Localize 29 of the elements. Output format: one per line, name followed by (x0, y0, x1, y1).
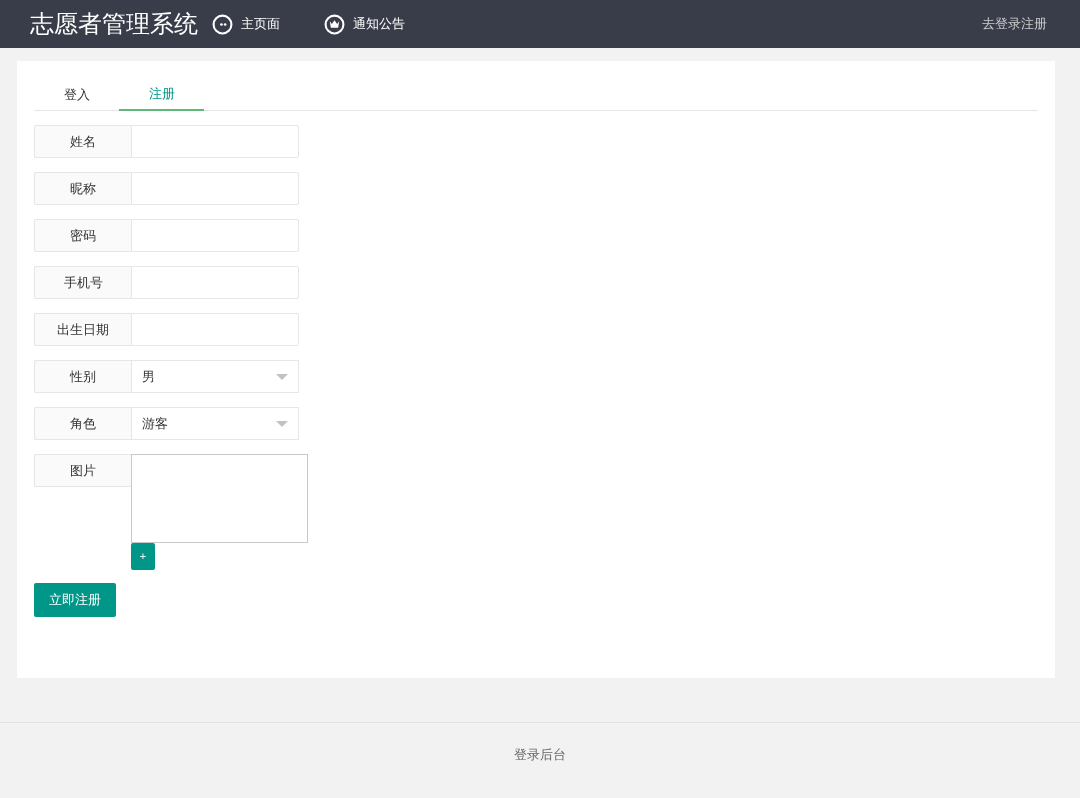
register-button[interactable]: 立即注册 (34, 583, 116, 617)
admin-login-link[interactable]: 登录后台 (514, 747, 566, 762)
tab[interactable]: 注册 (119, 79, 204, 111)
field-label: 手机号 (34, 266, 131, 299)
field-label: 密码 (34, 219, 131, 252)
input-field[interactable] (131, 172, 299, 205)
add-image-button[interactable]: + (131, 543, 155, 570)
input-field[interactable] (131, 313, 299, 346)
nav-link[interactable]: 主页面 (212, 13, 280, 35)
field-label: 姓名 (34, 125, 131, 158)
chat-bubble-icon (212, 13, 233, 35)
login-register-link[interactable]: 去登录注册 (982, 14, 1047, 34)
input-field[interactable] (131, 219, 299, 252)
app-title: 志愿者管理系统 (30, 9, 198, 39)
input-field[interactable] (131, 266, 299, 299)
nav-link[interactable]: 通知公告 (324, 13, 405, 35)
tab[interactable]: 登入 (34, 79, 119, 111)
caret-icon (276, 420, 288, 427)
select-field[interactable]: 男 (131, 360, 299, 393)
input-field[interactable] (131, 125, 299, 158)
field-label: 昵称 (34, 172, 131, 205)
select-field[interactable]: 游客 (131, 407, 299, 440)
image-upload-area[interactable] (131, 454, 308, 543)
field-label: 角色 (34, 407, 131, 440)
crown-icon (324, 13, 345, 35)
field-label: 性别 (34, 360, 131, 393)
field-label: 图片 (34, 454, 131, 487)
field-label: 出生日期 (34, 313, 131, 346)
caret-icon (276, 373, 288, 380)
